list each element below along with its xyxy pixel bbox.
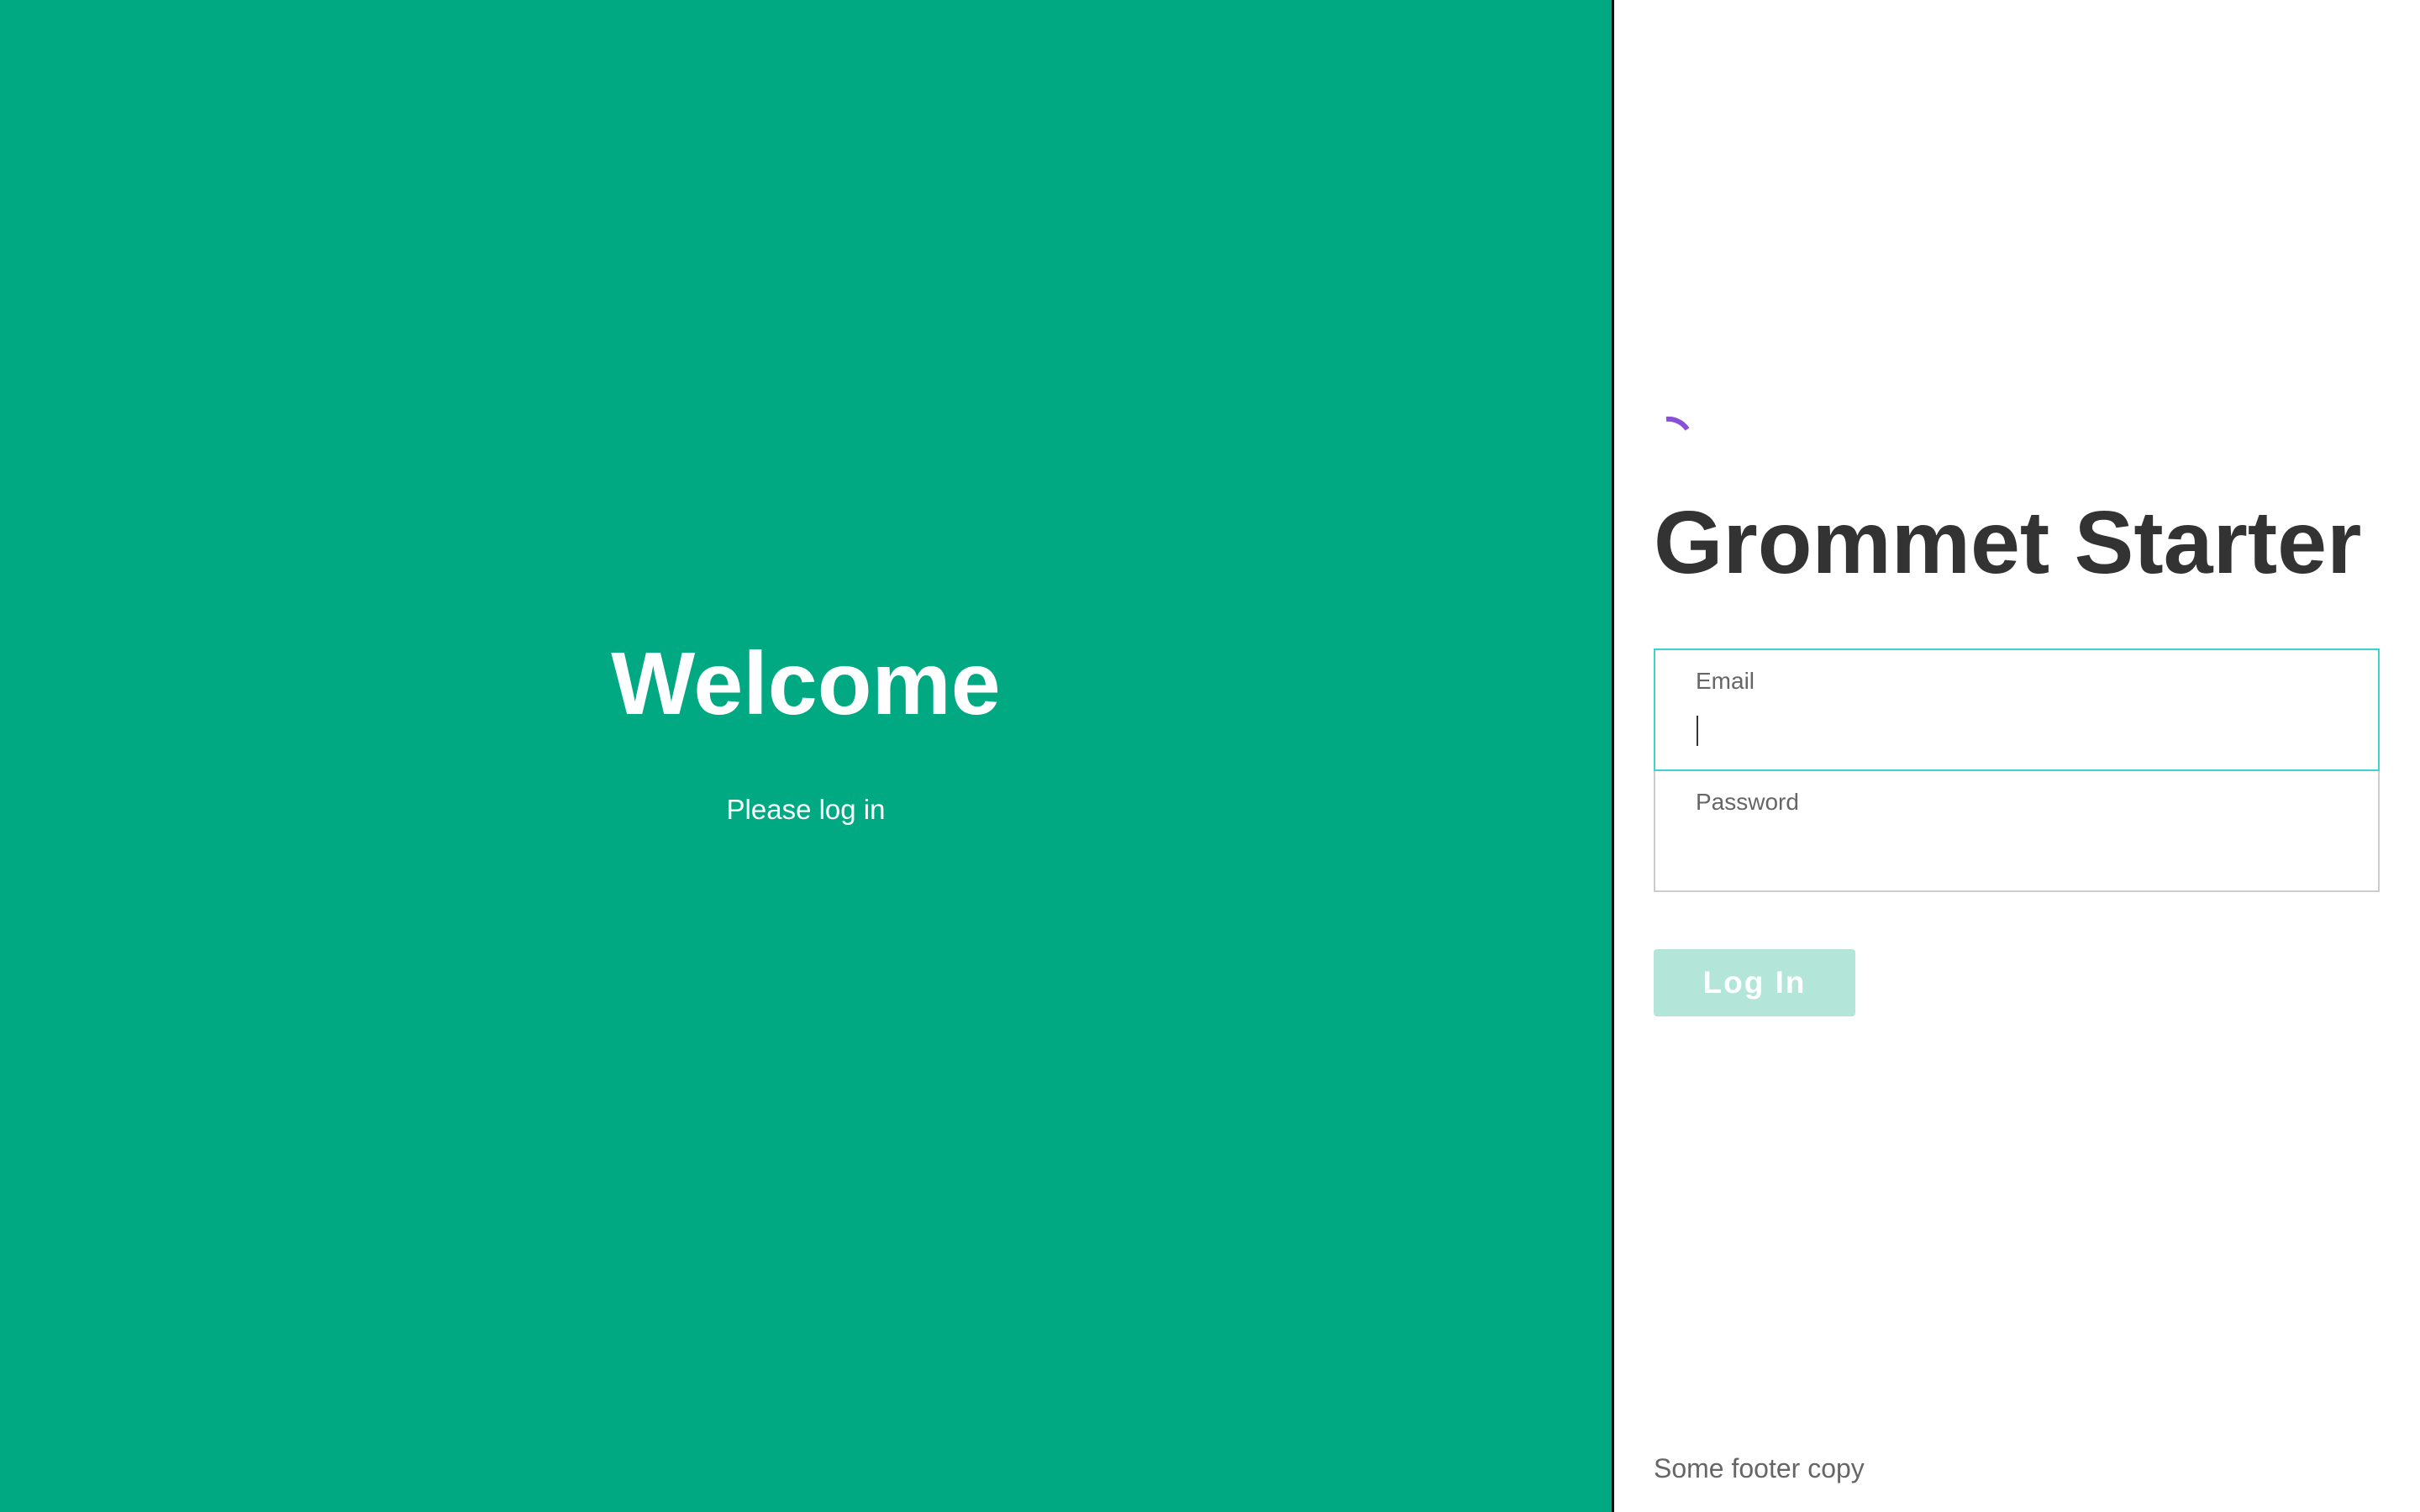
email-field[interactable]: Email bbox=[1654, 648, 2380, 771]
email-input[interactable] bbox=[1694, 707, 2333, 749]
password-input[interactable] bbox=[1694, 828, 2333, 870]
app-title: Grommet Starter bbox=[1654, 493, 2362, 592]
footer-copy: Some footer copy bbox=[1654, 1453, 1865, 1483]
welcome-splash: Welcome Please log in bbox=[0, 0, 1612, 1512]
email-label: Email bbox=[1696, 668, 1755, 694]
app-root: Welcome Please log in Grommet Starter Em… bbox=[0, 0, 2420, 1512]
password-field[interactable]: Password bbox=[1654, 769, 2380, 892]
text-caret bbox=[1697, 716, 1698, 746]
login-panel: Grommet Starter Email Password Log In So… bbox=[1614, 0, 2420, 1512]
password-label: Password bbox=[1696, 789, 1799, 815]
welcome-subtitle: Please log in bbox=[726, 794, 886, 825]
spinner-icon bbox=[1665, 416, 1690, 431]
login-button[interactable]: Log In bbox=[1654, 949, 1855, 1016]
login-form: Email Password bbox=[1654, 648, 2380, 892]
welcome-title: Welcome bbox=[611, 634, 1001, 733]
